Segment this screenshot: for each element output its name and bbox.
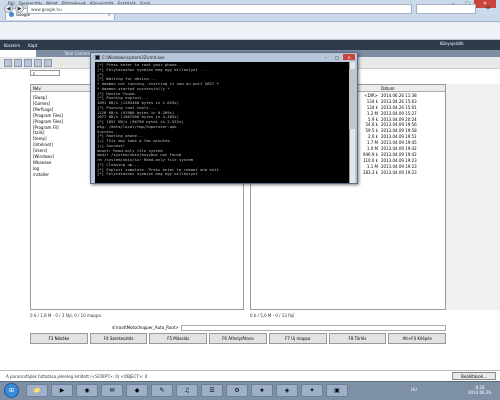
media-player-icon[interactable]: ▶	[51, 384, 73, 397]
refresh-icon[interactable]	[4, 59, 12, 67]
column-date-header[interactable]: Dátum	[381, 86, 445, 91]
start-button[interactable]: ⊞	[4, 383, 19, 398]
unpack-icon[interactable]	[44, 59, 52, 67]
left-drive-select[interactable]: c	[30, 70, 60, 76]
cmd-titlebar[interactable]: C:\Windows\system32\cmd.exe	[91, 53, 357, 61]
back-button[interactable]: ◀	[4, 4, 13, 13]
navigation-bar	[0, 22, 500, 40]
app-icon[interactable]: ◆	[126, 384, 148, 397]
cmd-window[interactable]: C:\Windows\system32\cmd.exe – □ ✕ [*] Pr…	[90, 52, 358, 184]
f3-view-button[interactable]: F3 Nézőke	[30, 333, 88, 344]
left-file-list: [Swap] [Games] [PerfLogs] [Program Files…	[33, 95, 63, 178]
file-date-cell: 2013.04.09 19:23	[381, 169, 417, 175]
cmd-line: [*] Folytatashoz nyomjon meg egy billent…	[97, 171, 212, 177]
pack-icon[interactable]	[34, 59, 42, 67]
url-input[interactable]: www.google.hu	[27, 4, 412, 14]
bookmarks-bar: Korzeim Kapt	[0, 40, 500, 50]
function-key-bar: F3 Nézőke F4 Szerkesztés F5 Másolás F6 Á…	[30, 333, 447, 344]
cmd-scrollbar-thumb[interactable]	[349, 69, 355, 129]
cmd-minimize-button[interactable]: –	[321, 54, 331, 60]
folder-icon[interactable]	[24, 59, 32, 67]
cmd-taskbar-icon[interactable]: ▣	[326, 384, 348, 397]
app-icon[interactable]: ✦	[301, 384, 323, 397]
clock-date: 2014.06.26.	[468, 390, 493, 395]
f6-move-button[interactable]: F6 Áthely/Átnev	[209, 333, 267, 344]
list-item[interactable]: [Program Files]	[33, 119, 63, 125]
taskbar	[0, 381, 500, 400]
terminal-icon	[95, 54, 100, 60]
command-input[interactable]	[180, 324, 446, 331]
notification-settings-button[interactable]: Beállítások...	[452, 372, 496, 380]
cmd-output[interactable]: [*] Press enter to root your phone... [*]…	[95, 62, 349, 183]
list-item[interactable]: [Program Files]	[33, 113, 63, 119]
bookmark-item[interactable]: Kapt	[28, 43, 37, 48]
f7-newfolder-button[interactable]: F7 Új mappa	[268, 333, 327, 344]
system-clock[interactable]: 8:28 2014.06.26.	[468, 385, 492, 395]
firefox-icon[interactable]: ◉	[76, 384, 98, 397]
bookmarks-menu-link[interactable]: Könyvjelzők	[440, 41, 464, 46]
url-text: www.google.hu	[31, 6, 62, 12]
command-path: d:\root\Motochopper_Auto_Root>	[112, 325, 179, 330]
command-line: d:\root\Motochopper_Auto_Root>	[112, 324, 446, 331]
app-icon[interactable]: ✉	[101, 384, 123, 397]
search-input[interactable]	[416, 4, 476, 14]
notification-text: A parancsfájlok futtatása jelenleg letil…	[6, 373, 148, 379]
cmd-close-button[interactable]: ✕	[343, 54, 355, 60]
altf4-exit-button[interactable]: Alt+F4 Kilépés	[388, 333, 447, 344]
explorer-icon[interactable]: 📁	[26, 384, 48, 397]
notification-bar: A parancsfájlok futtatása jelenleg letil…	[0, 370, 500, 381]
f4-edit-button[interactable]: F4 Szerkesztés	[89, 333, 148, 344]
view-icon[interactable]	[14, 59, 22, 67]
cmd-maximize-button[interactable]: □	[332, 54, 342, 60]
app-icon[interactable]: ★	[251, 384, 273, 397]
bookmark-korzeim[interactable]: Korzeim	[4, 43, 20, 48]
f5-copy-button[interactable]: F5 Másolás	[149, 333, 208, 344]
app-icon[interactable]: ☰	[201, 384, 223, 397]
f8-delete-button[interactable]: F8 Törlés	[328, 333, 387, 344]
app-icon[interactable]: ♫	[176, 384, 198, 397]
app-icon[interactable]: ◈	[276, 384, 298, 397]
app-icon[interactable]: ✎	[151, 384, 173, 397]
language-indicator[interactable]: HU	[411, 387, 417, 392]
left-drive-label: c	[33, 70, 36, 76]
left-status-text: 0 b / 1,8 M - 0 / 3 fájl, 0 / 10 mappa	[30, 313, 101, 318]
app-icon[interactable]: ⚙	[226, 384, 248, 397]
tc-side-area	[446, 84, 500, 310]
forward-button[interactable]: ▶	[15, 4, 24, 13]
right-status-text: 0 b / 5,6 M - 0 / 13 fájl	[250, 313, 295, 318]
list-item[interactable]: installer	[33, 172, 63, 178]
cmd-title: C:\Windows\system32\cmd.exe	[102, 54, 165, 60]
hamburger-menu-icon[interactable]: ≡	[482, 4, 494, 14]
